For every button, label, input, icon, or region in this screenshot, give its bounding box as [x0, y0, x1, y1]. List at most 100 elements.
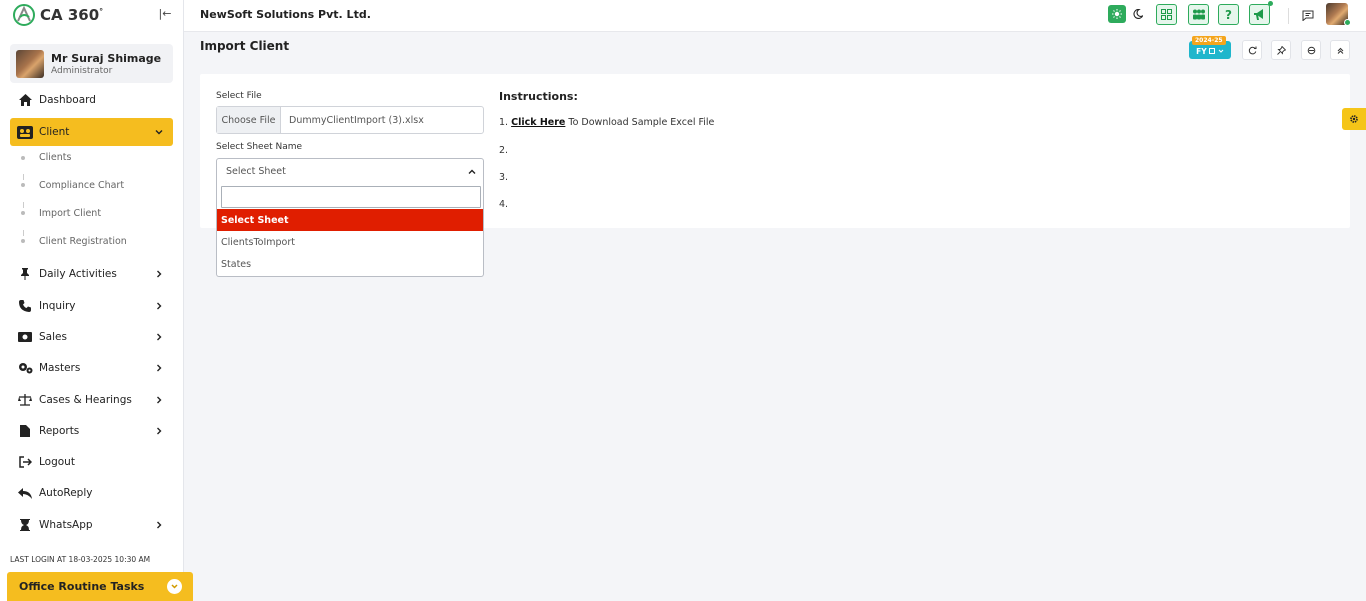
pin-icon[interactable]: [1271, 40, 1291, 60]
dropdown-option[interactable]: Select Sheet: [217, 209, 483, 231]
sidebar-item-client[interactable]: Client: [10, 118, 173, 146]
chevron-right-icon: [157, 396, 162, 404]
phone-icon: [17, 298, 33, 314]
sub-bullet-icon: [21, 183, 25, 187]
chevron-right-icon: [157, 333, 162, 341]
instruction-line: 1. Click Here To Download Sample Excel F…: [499, 117, 714, 128]
sidebar-item-daily-activities[interactable]: Daily Activities: [10, 260, 173, 288]
sheet-select[interactable]: Select Sheet: [216, 158, 484, 185]
gears-icon: [17, 360, 33, 376]
light-theme-icon[interactable]: [1108, 5, 1126, 23]
logout-icon: [17, 454, 33, 470]
team-icon[interactable]: [1188, 4, 1209, 25]
sidebar-item-label: Masters: [39, 362, 81, 374]
page-title: Import Client: [200, 39, 290, 53]
dropdown-option[interactable]: ClientsToImport: [217, 231, 483, 253]
sidebar-item-reports[interactable]: Reports: [10, 417, 173, 445]
chevron-up-icon: [468, 169, 476, 174]
sidebar: CA 360° |← Mr Suraj Shimage Administrato…: [0, 0, 184, 601]
scale-icon: [17, 392, 33, 408]
sub-connector: [22, 174, 24, 180]
home-icon: [17, 92, 33, 108]
help-icon[interactable]: ?: [1218, 4, 1239, 25]
sidebar-item-inquiry[interactable]: Inquiry: [10, 292, 173, 320]
sidebar-item-label: Inquiry: [39, 300, 76, 312]
sidebar-item-dashboard[interactable]: Dashboard: [10, 86, 173, 114]
sidebar-item-label: Dashboard: [39, 94, 96, 106]
sidebar-item-label: Logout: [39, 456, 75, 468]
logo-icon: [13, 4, 35, 26]
message-icon[interactable]: [1300, 7, 1316, 23]
app-logo[interactable]: CA 360°: [12, 3, 103, 27]
sidebar-item-masters[interactable]: Masters: [10, 354, 173, 382]
dark-theme-icon[interactable]: [1130, 6, 1146, 22]
settings-gear-icon[interactable]: [1342, 108, 1366, 130]
apps-grid-icon[interactable]: [1156, 4, 1177, 25]
instruction-line: 2.: [499, 145, 509, 156]
calendar-icon: [1209, 48, 1216, 54]
online-status-dot: [1344, 19, 1351, 26]
notification-dot: [1268, 1, 1273, 6]
sub-bullet-icon: [21, 156, 25, 160]
instruction-line: 4.: [499, 199, 509, 210]
sub-bullet-icon: [21, 211, 25, 215]
refresh-icon[interactable]: [1242, 40, 1262, 60]
sub-connector: [22, 202, 24, 208]
sidebar-subitem-client-registration[interactable]: Client Registration: [39, 236, 127, 247]
chevron-down-icon: [167, 579, 182, 594]
sidebar-item-autoreply[interactable]: AutoReply: [10, 479, 173, 507]
hourglass-icon: [17, 517, 33, 533]
sidebar-subitem-import-client[interactable]: Import Client: [39, 208, 101, 219]
user-name: Mr Suraj Shimage: [51, 51, 162, 65]
sidebar-item-label: Reports: [39, 425, 80, 437]
sidebar-item-label: Sales: [39, 331, 67, 343]
chevron-right-icon: [157, 427, 162, 435]
sidebar-subitem-compliance-chart[interactable]: Compliance Chart: [39, 180, 124, 191]
sidebar-item-label: Client: [39, 126, 70, 138]
fy-label: FY: [1196, 46, 1207, 56]
sidebar-item-label: Cases & Hearings: [39, 394, 132, 406]
sheet-select-value: Select Sheet: [226, 166, 286, 177]
sidebar-item-cases-hearings[interactable]: Cases & Hearings: [10, 386, 173, 414]
avatar: [16, 49, 44, 78]
sync-icon[interactable]: [1301, 40, 1321, 60]
sidebar-item-logout[interactable]: Logout: [10, 448, 173, 476]
announcement-icon[interactable]: [1249, 4, 1270, 25]
company-name: NewSoft Solutions Pvt. Ltd.: [200, 8, 371, 21]
logo-text: CA 360°: [40, 6, 104, 24]
instruction-line: 3.: [499, 172, 509, 183]
choose-file-button[interactable]: Choose File: [217, 107, 281, 133]
user-card[interactable]: Mr Suraj Shimage Administrator: [10, 44, 173, 83]
reply-all-icon: [17, 485, 33, 501]
sidebar-item-label: Daily Activities: [39, 268, 117, 280]
download-sample-link[interactable]: Click Here: [511, 117, 565, 128]
collapse-sidebar-icon[interactable]: |←: [158, 7, 172, 21]
divider: [1288, 8, 1289, 24]
chevron-down-icon: [1218, 49, 1224, 53]
money-icon: [17, 329, 33, 345]
pin-icon: [17, 266, 33, 282]
file-input[interactable]: Choose File DummyClientImport (3).xlsx: [216, 106, 484, 134]
chevron-right-icon: [157, 521, 162, 529]
instruction-text: To Download Sample Excel File: [568, 117, 715, 128]
dropdown-search-input[interactable]: [221, 186, 481, 208]
selected-file-name: DummyClientImport (3).xlsx: [289, 114, 424, 126]
collapse-up-icon[interactable]: [1330, 40, 1350, 60]
dropdown-option[interactable]: States: [217, 253, 483, 275]
chevron-right-icon: [157, 364, 162, 372]
last-login-text: LAST LOGIN AT 18-03-2025 10:30 AM: [10, 555, 151, 564]
sidebar-item-sales[interactable]: Sales: [10, 323, 173, 351]
users-icon: [17, 124, 33, 140]
sheet-name-label: Select Sheet Name: [216, 142, 303, 152]
sidebar-subitem-clients[interactable]: Clients: [39, 152, 71, 163]
select-file-label: Select File: [216, 91, 262, 101]
instructions-title: Instructions:: [499, 90, 578, 103]
routine-label: Office Routine Tasks: [19, 580, 145, 593]
sub-bullet-icon: [21, 239, 25, 243]
instruction-number: 1.: [499, 117, 509, 128]
office-routine-tasks-bar[interactable]: Office Routine Tasks: [7, 572, 193, 601]
file-icon: [17, 423, 33, 439]
user-role: Administrator: [51, 65, 113, 76]
sidebar-item-label: AutoReply: [39, 487, 93, 499]
sidebar-item-whatsapp[interactable]: WhatsApp: [10, 511, 173, 539]
